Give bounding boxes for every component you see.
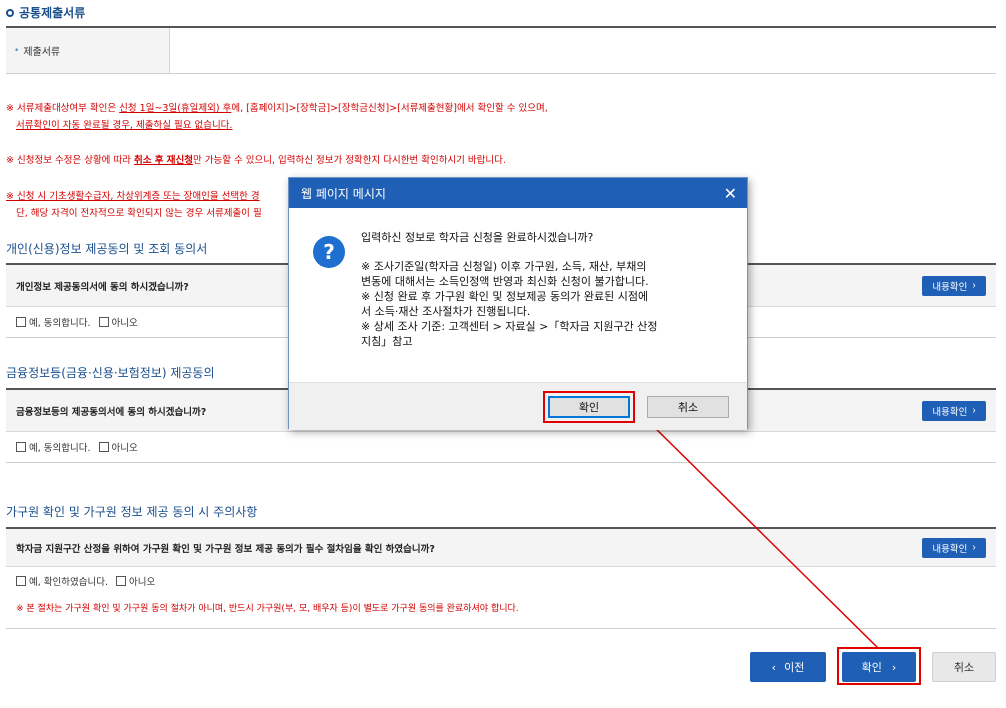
dialog-ok-label: 확인 bbox=[578, 400, 600, 414]
dialog-body: ? 입력하신 정보로 학자금 신청을 완료하시겠습니까? ※ 조사기준일(학자금… bbox=[289, 208, 747, 382]
dialog-ok-highlight: 확인 bbox=[543, 390, 635, 423]
dialog-title: 웹 페이지 메시지 bbox=[301, 186, 386, 201]
dialog-detail: ※ 조사기준일(학자금 신청일) 이후 가구원, 소득, 재산, 부채의 변동에… bbox=[361, 260, 658, 348]
question-icon: ? bbox=[313, 236, 345, 268]
dialog-cancel-label: 취소 bbox=[677, 400, 699, 414]
dialog-question: 입력하신 정보로 학자금 신청을 완료하시겠습니까? bbox=[361, 231, 594, 244]
dialog-footer: 확인 취소 bbox=[289, 382, 747, 430]
arrow-line bbox=[644, 417, 879, 649]
dialog-titlebar: 웹 페이지 메시지 ✕ bbox=[289, 178, 747, 208]
dialog-ok-button[interactable]: 확인 bbox=[548, 395, 630, 418]
dialog-cancel-button[interactable]: 취소 bbox=[647, 395, 729, 418]
dialog-message: 입력하신 정보로 학자금 신청을 완료하시겠습니까? ※ 조사기준일(학자금 신… bbox=[361, 230, 657, 382]
message-dialog: 웹 페이지 메시지 ✕ ? 입력하신 정보로 학자금 신청을 완료하시겠습니까?… bbox=[288, 177, 748, 430]
close-icon[interactable]: ✕ bbox=[724, 184, 737, 203]
